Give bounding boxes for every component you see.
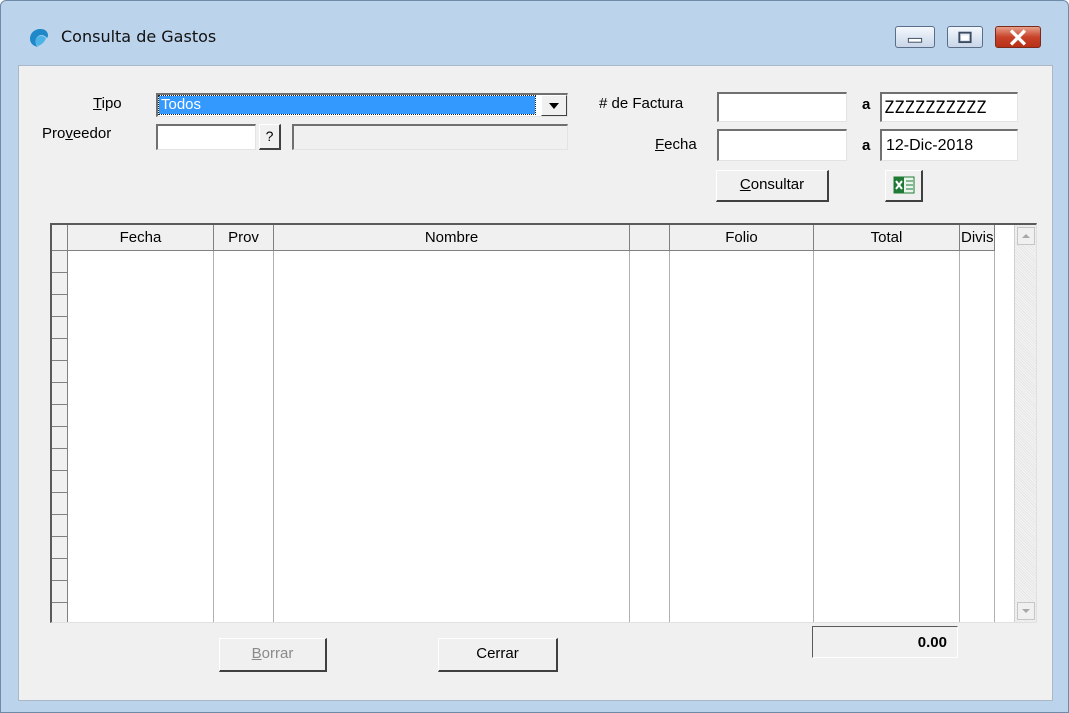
proveedor-code-input[interactable]	[156, 124, 256, 150]
scroll-down-button[interactable]	[1017, 602, 1035, 620]
export-excel-button[interactable]	[885, 170, 923, 202]
restore-icon	[958, 31, 972, 44]
row-indicator[interactable]	[52, 251, 68, 273]
close-button[interactable]	[995, 26, 1041, 48]
proveedor-name-field	[292, 124, 568, 150]
column-header-fecha[interactable]: Fecha	[68, 225, 214, 251]
fecha-to-input[interactable]: 12-Dic-2018	[880, 129, 1018, 161]
column-header-divisa[interactable]: Divis	[960, 225, 995, 251]
app-icon	[30, 29, 49, 47]
factura-a-label: a	[862, 96, 871, 113]
column-header-blank[interactable]	[630, 225, 670, 251]
maximize-button[interactable]	[947, 26, 983, 48]
row-indicator[interactable]	[52, 317, 68, 339]
column-divider	[213, 251, 214, 622]
row-indicator[interactable]	[52, 493, 68, 515]
row-indicator[interactable]	[52, 273, 68, 295]
row-indicator[interactable]	[52, 383, 68, 405]
column-header-total[interactable]: Total	[814, 225, 960, 251]
row-indicator[interactable]	[52, 603, 68, 622]
tipo-label: Tipo	[93, 95, 122, 112]
title-bar[interactable]: Consulta de Gastos	[1, 1, 1068, 61]
tipo-combobox[interactable]: Todos	[156, 93, 568, 117]
column-divider	[813, 251, 814, 622]
tipo-label-rest: ipo	[101, 95, 122, 112]
chevron-up-icon	[1022, 234, 1030, 238]
row-indicator[interactable]	[52, 427, 68, 449]
window-title: Consulta de Gastos	[61, 27, 217, 46]
close-icon	[1009, 29, 1027, 46]
row-indicator[interactable]	[52, 537, 68, 559]
column-divider	[629, 251, 630, 622]
factura-to-input[interactable]: ZZZZZZZZZZ	[880, 92, 1018, 122]
fecha-from-input[interactable]	[717, 129, 847, 161]
column-divider	[273, 251, 274, 622]
dialog-body: Tipo Todos Proveedor ? # de Factura a ZZ…	[18, 65, 1053, 701]
row-indicator[interactable]	[52, 361, 68, 383]
grid-vertical-scrollbar[interactable]	[1014, 225, 1036, 622]
row-indicator[interactable]	[52, 405, 68, 427]
minimize-button[interactable]	[895, 26, 935, 48]
grand-total-field: 0.00	[812, 626, 958, 658]
proveedor-lookup-button[interactable]: ?	[259, 124, 281, 150]
factura-label: # de Factura	[599, 95, 684, 112]
fecha-label: Fecha	[655, 136, 697, 153]
row-indicator[interactable]	[52, 559, 68, 581]
borrar-button[interactable]: Borrar	[219, 638, 327, 672]
column-header-nombre[interactable]: Nombre	[274, 225, 630, 251]
row-indicator[interactable]	[52, 449, 68, 471]
column-header-folio[interactable]: Folio	[670, 225, 814, 251]
tipo-dropdown-button[interactable]	[541, 95, 567, 116]
window: Consulta de Gastos Tipo Todos Proveedor …	[0, 0, 1069, 713]
row-indicator[interactable]	[52, 515, 68, 537]
row-indicator[interactable]	[52, 295, 68, 317]
column-divider	[669, 251, 670, 622]
column-divider	[959, 251, 960, 622]
excel-icon	[893, 176, 914, 194]
fecha-a-label: a	[862, 137, 871, 154]
minimize-icon	[907, 37, 923, 43]
factura-from-input[interactable]	[717, 92, 847, 122]
tipo-selected-value: Todos	[158, 95, 536, 115]
column-header-prov[interactable]: Prov	[214, 225, 274, 251]
cerrar-button[interactable]: Cerrar	[438, 638, 558, 672]
column-divider	[994, 251, 995, 622]
expenses-grid[interactable]: Fecha Prov Nombre Folio Total Divis	[50, 223, 1037, 623]
scroll-up-button[interactable]	[1017, 227, 1035, 245]
row-indicator[interactable]	[52, 471, 68, 493]
consultar-button[interactable]: Consultar	[716, 170, 829, 202]
row-indicator[interactable]	[52, 581, 68, 603]
row-indicator[interactable]	[52, 339, 68, 361]
grid-corner	[52, 225, 68, 251]
chevron-down-icon	[1022, 609, 1030, 613]
chevron-down-icon	[549, 103, 559, 109]
proveedor-label: Proveedor	[42, 125, 112, 142]
